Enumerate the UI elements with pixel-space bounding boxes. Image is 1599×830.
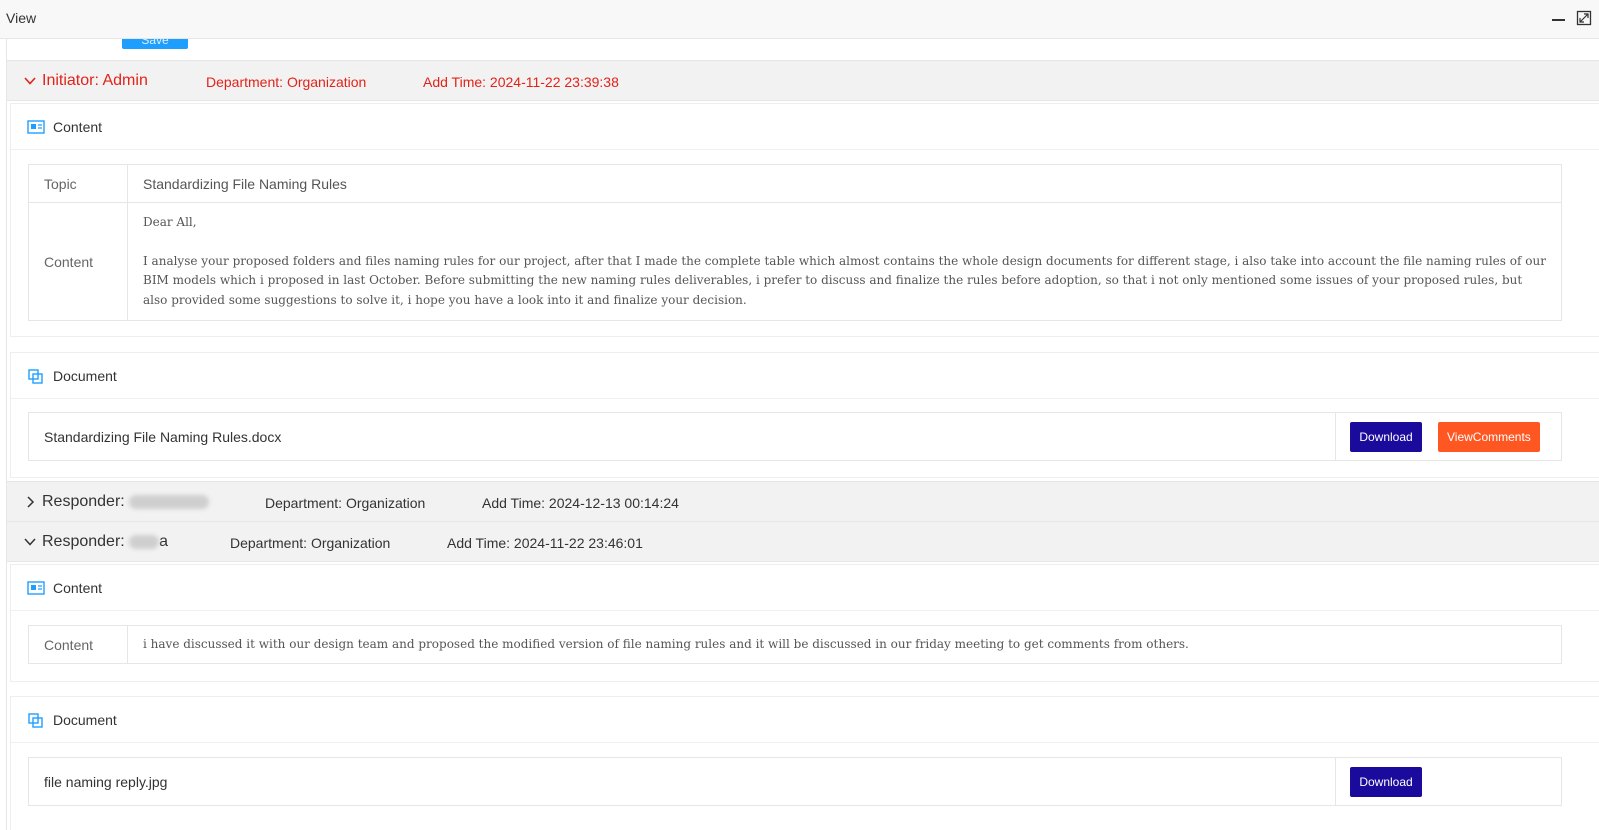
redacted-name [129, 534, 160, 549]
content-card-title: Content [53, 119, 103, 135]
responder-2-add-time: Add Time: 2024-11-22 23:46:01 [447, 535, 643, 551]
content-value: i have discussed it with our design team… [127, 625, 1562, 664]
document-card-title: Document [53, 712, 117, 728]
responder-1-add-time: Add Time: 2024-12-13 00:14:24 [482, 495, 679, 511]
content-card-icon [27, 581, 45, 595]
initiator-content-table: Topic Standardizing File Naming Rules Co… [28, 164, 1562, 321]
content-left-border [6, 39, 7, 830]
document-file-name: Standardizing File Naming Rules.docx [28, 412, 1336, 461]
download-button[interactable]: Download [1350, 421, 1422, 452]
table-row: Content Dear All, I analyse your propose… [28, 202, 1562, 321]
chevron-right-icon[interactable] [23, 495, 37, 509]
document-card-header: Document [11, 697, 1599, 743]
save-button[interactable]: Save [122, 39, 188, 49]
window-titlebar: View [0, 0, 1599, 39]
content-body: I analyse your proposed folders and file… [143, 253, 1546, 307]
initiator-header[interactable]: Initiator: Admin Department: Organizatio… [7, 60, 1599, 101]
table-row: Content i have discussed it with our des… [28, 625, 1562, 664]
responder-2-content-card: Content Content i have discussed it with… [10, 564, 1599, 682]
responder-1-department: Department: Organization [265, 495, 426, 511]
document-card-header: Document [11, 353, 1599, 399]
document-copy-icon [27, 369, 45, 384]
content-card-icon [27, 120, 45, 134]
content-key: Content [28, 202, 128, 321]
table-row: Standardizing File Naming Rules.docx Dow… [28, 412, 1562, 461]
responder-2-document-card: Document file naming reply.jpg Download [10, 696, 1599, 830]
responder-2-name: Responder: a [42, 533, 169, 550]
download-button[interactable]: Download [1350, 766, 1422, 797]
document-copy-icon [27, 713, 45, 728]
topic-key: Topic [28, 164, 128, 203]
initiator-name: Initiator: Admin [42, 72, 148, 89]
table-row: file naming reply.jpg Download [28, 757, 1562, 806]
content-key: Content [28, 625, 128, 664]
maximize-icon[interactable] [1576, 10, 1592, 26]
view-comments-button[interactable]: ViewComments [1437, 421, 1540, 452]
document-actions: Download [1335, 757, 1562, 806]
topic-value: Standardizing File Naming Rules [127, 164, 1562, 203]
content-greeting: Dear All, [143, 214, 197, 229]
initiator-add-time: Add Time: 2024-11-22 23:39:38 [423, 74, 619, 90]
responder-2-header[interactable]: Responder: a Department: Organization Ad… [7, 521, 1599, 562]
content-card-title: Content [53, 580, 103, 596]
document-card-title: Document [53, 368, 117, 384]
responder-2-content-table: Content i have discussed it with our des… [28, 625, 1562, 664]
redacted-name [129, 494, 210, 509]
content-card-header: Content [11, 565, 1599, 611]
chevron-down-icon[interactable] [23, 535, 37, 549]
chevron-down-icon[interactable] [23, 74, 37, 88]
window-title: View [6, 10, 37, 26]
initiator-content-card: Content Topic Standardizing File Naming … [10, 103, 1599, 337]
table-row: Topic Standardizing File Naming Rules [28, 164, 1562, 203]
responder-2-document-table: file naming reply.jpg Download [28, 757, 1562, 806]
initiator-department: Department: Organization [206, 74, 367, 90]
content-value: Dear All, I analyse your proposed folder… [127, 202, 1562, 321]
view-content[interactable]: Save Initiator: Admin Department: Organi… [0, 39, 1599, 830]
initiator-document-table: Standardizing File Naming Rules.docx Dow… [28, 412, 1562, 461]
responder-1-header[interactable]: Responder: Department: Organization Add … [7, 481, 1599, 522]
responder-2-department: Department: Organization [230, 535, 391, 551]
responder-1-name: Responder: [42, 493, 210, 511]
initiator-document-card: Document Standardizing File Naming Rules… [10, 352, 1599, 478]
document-actions: Download ViewComments [1335, 412, 1562, 461]
minimize-icon[interactable] [1551, 10, 1567, 26]
content-card-header: Content [11, 104, 1599, 150]
document-file-name: file naming reply.jpg [28, 757, 1336, 806]
